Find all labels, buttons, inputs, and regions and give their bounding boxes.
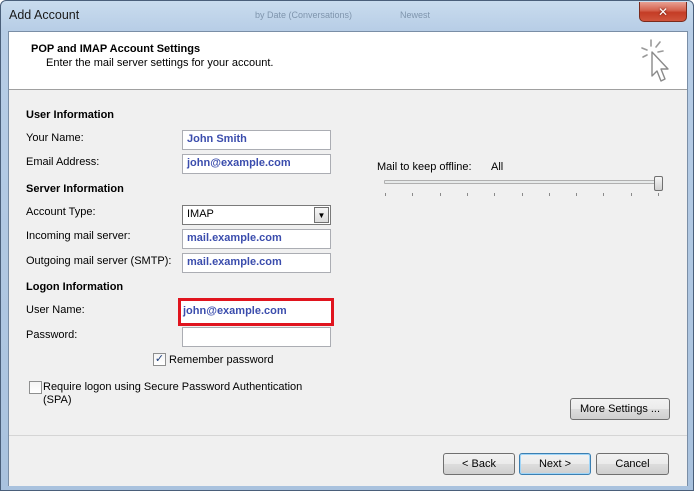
close-button[interactable]: ✕ xyxy=(639,2,687,22)
cancel-button[interactable]: Cancel xyxy=(596,453,669,475)
email-address-input[interactable]: john@example.com xyxy=(182,154,331,174)
spa-label-line2: (SPA) xyxy=(43,394,72,406)
slider-tick xyxy=(412,193,413,196)
user-name-label: User Name: xyxy=(26,304,85,316)
back-button[interactable]: < Back xyxy=(443,453,515,475)
window-title: Add Account xyxy=(9,8,80,22)
offline-slider-thumb[interactable] xyxy=(654,176,663,191)
incoming-server-label: Incoming mail server: xyxy=(26,230,131,242)
password-label: Password: xyxy=(26,329,78,341)
slider-tick xyxy=(658,193,659,196)
page-title: POP and IMAP Account Settings xyxy=(31,43,201,55)
background-sort-text: by Date (Conversations) xyxy=(255,10,353,20)
account-type-label: Account Type: xyxy=(26,206,96,218)
close-icon: ✕ xyxy=(657,4,669,19)
settings-form: User Information Your Name: John Smith E… xyxy=(9,90,687,435)
slider-tick xyxy=(467,193,468,196)
slider-tick xyxy=(385,193,386,196)
background-order-text: Newest xyxy=(400,10,431,20)
slider-tick xyxy=(494,193,495,196)
incoming-server-input[interactable]: mail.example.com xyxy=(182,229,331,249)
offline-value: All xyxy=(491,161,504,173)
slider-tick xyxy=(549,193,550,196)
account-type-select[interactable]: IMAP ▼ xyxy=(182,205,331,225)
spa-label-line1: Require logon using Secure Password Auth… xyxy=(43,381,303,393)
window-frame: Add Account by Date (Conversations) Newe… xyxy=(0,0,694,491)
user-name-input[interactable]: john@example.com xyxy=(178,298,334,326)
remember-password-checkbox[interactable]: ✓ xyxy=(153,353,166,366)
email-address-label: Email Address: xyxy=(26,156,100,168)
dialog-client-area: POP and IMAP Account Settings Enter the … xyxy=(8,31,688,486)
password-input[interactable] xyxy=(182,327,331,347)
checkmark-icon: ✓ xyxy=(154,353,165,365)
wizard-header: POP and IMAP Account Settings Enter the … xyxy=(9,32,687,90)
slider-tick xyxy=(576,193,577,196)
next-button[interactable]: Next > xyxy=(519,453,591,475)
your-name-label: Your Name: xyxy=(26,132,84,144)
title-bar[interactable]: Add Account by Date (Conversations) Newe… xyxy=(1,1,694,31)
cursor-click-icon xyxy=(641,39,669,82)
outgoing-server-input[interactable]: mail.example.com xyxy=(182,253,331,273)
slider-tick xyxy=(631,193,632,196)
wizard-footer: < Back Next > Cancel xyxy=(9,435,687,486)
outgoing-server-label: Outgoing mail server (SMTP): xyxy=(26,255,172,267)
offline-slider-track[interactable] xyxy=(384,180,663,184)
slider-tick xyxy=(603,193,604,196)
spa-checkbox[interactable] xyxy=(29,381,42,394)
your-name-input[interactable]: John Smith xyxy=(182,130,331,150)
remember-password-label: Remember password xyxy=(169,354,274,366)
user-information-heading: User Information xyxy=(26,109,115,121)
server-information-heading: Server Information xyxy=(26,183,124,195)
slider-tick xyxy=(440,193,441,196)
more-settings-button[interactable]: More Settings ... xyxy=(570,398,670,420)
account-type-value: IMAP xyxy=(187,208,214,220)
logon-information-heading: Logon Information xyxy=(26,281,124,293)
slider-tick xyxy=(522,193,523,196)
offline-label: Mail to keep offline: xyxy=(377,161,472,173)
page-subtitle: Enter the mail server settings for your … xyxy=(46,57,274,69)
chevron-down-icon[interactable]: ▼ xyxy=(314,207,329,223)
